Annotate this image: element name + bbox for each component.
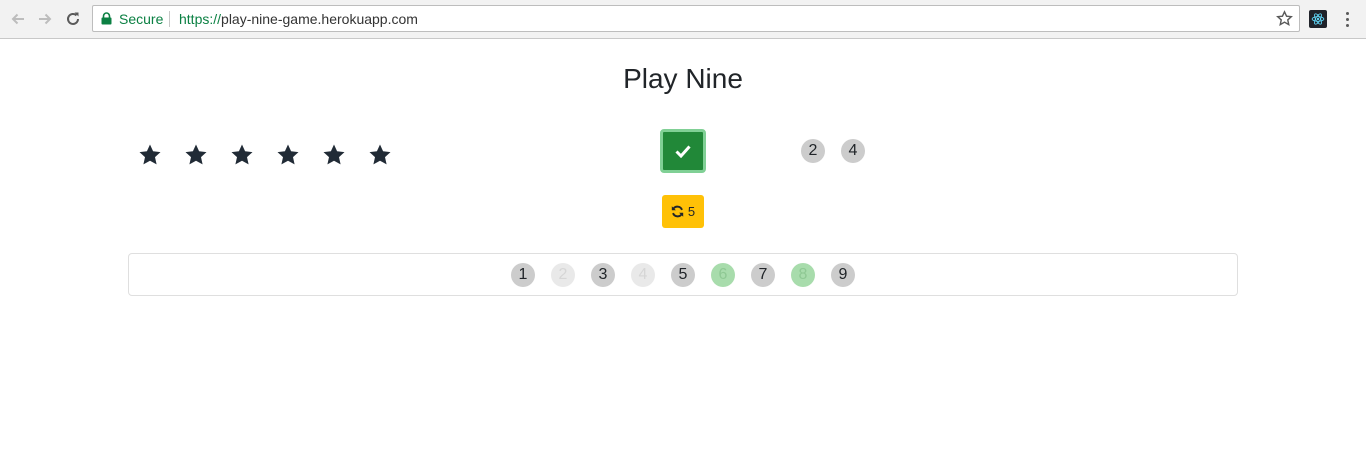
numbers-row: 123456789 xyxy=(511,263,855,287)
react-icon xyxy=(1311,13,1325,25)
browser-menu-icon[interactable] xyxy=(1340,10,1356,28)
reload-icon xyxy=(67,12,79,25)
selected-number[interactable]: 2 xyxy=(801,139,825,163)
url-scheme: https:// xyxy=(179,11,222,27)
number-9-button[interactable]: 9 xyxy=(831,263,855,287)
number-6-button[interactable]: 6 xyxy=(711,263,735,287)
check-icon xyxy=(675,145,691,158)
lock-icon xyxy=(101,12,112,25)
url-host: play-nine-game.herokuapp.com xyxy=(221,11,418,27)
star-icon xyxy=(323,144,345,165)
selected-number[interactable]: 4 xyxy=(841,139,865,163)
forward-button[interactable] xyxy=(35,9,55,29)
redraw-count: 5 xyxy=(687,204,696,219)
arrow-right-icon xyxy=(39,13,52,25)
star-icon xyxy=(277,144,299,165)
number-4-button[interactable]: 4 xyxy=(631,263,655,287)
number-5-button[interactable]: 5 xyxy=(671,263,695,287)
star-icon xyxy=(231,144,253,165)
secure-label: Secure xyxy=(119,11,164,27)
divider xyxy=(169,11,170,27)
number-1-button[interactable]: 1 xyxy=(511,263,535,287)
url-text: https://play-nine-game.herokuapp.com xyxy=(179,11,418,27)
number-8-button[interactable]: 8 xyxy=(791,263,815,287)
react-devtools-extension-icon[interactable] xyxy=(1309,10,1327,28)
number-3-button[interactable]: 3 xyxy=(591,263,615,287)
address-bar[interactable]: Secure https://play-nine-game.herokuapp.… xyxy=(92,5,1300,32)
browser-toolbar: Secure https://play-nine-game.herokuapp.… xyxy=(0,0,1366,39)
check-answer-button[interactable] xyxy=(660,129,706,173)
numbers-panel: 123456789 xyxy=(128,253,1238,296)
bookmark-star-icon[interactable] xyxy=(1276,10,1293,27)
number-2-button[interactable]: 2 xyxy=(551,263,575,287)
back-button[interactable] xyxy=(8,9,28,29)
answer-frame: 24 xyxy=(801,139,865,163)
stars-frame xyxy=(138,143,392,167)
reload-button[interactable] xyxy=(63,9,83,29)
star-icon xyxy=(369,144,391,165)
page-title: Play Nine xyxy=(623,63,743,94)
redraw-button[interactable]: 5 xyxy=(662,195,704,228)
star-icon xyxy=(139,144,161,165)
refresh-icon xyxy=(671,205,684,218)
star-icon xyxy=(185,144,207,165)
number-7-button[interactable]: 7 xyxy=(751,263,775,287)
arrow-left-icon xyxy=(11,13,24,25)
